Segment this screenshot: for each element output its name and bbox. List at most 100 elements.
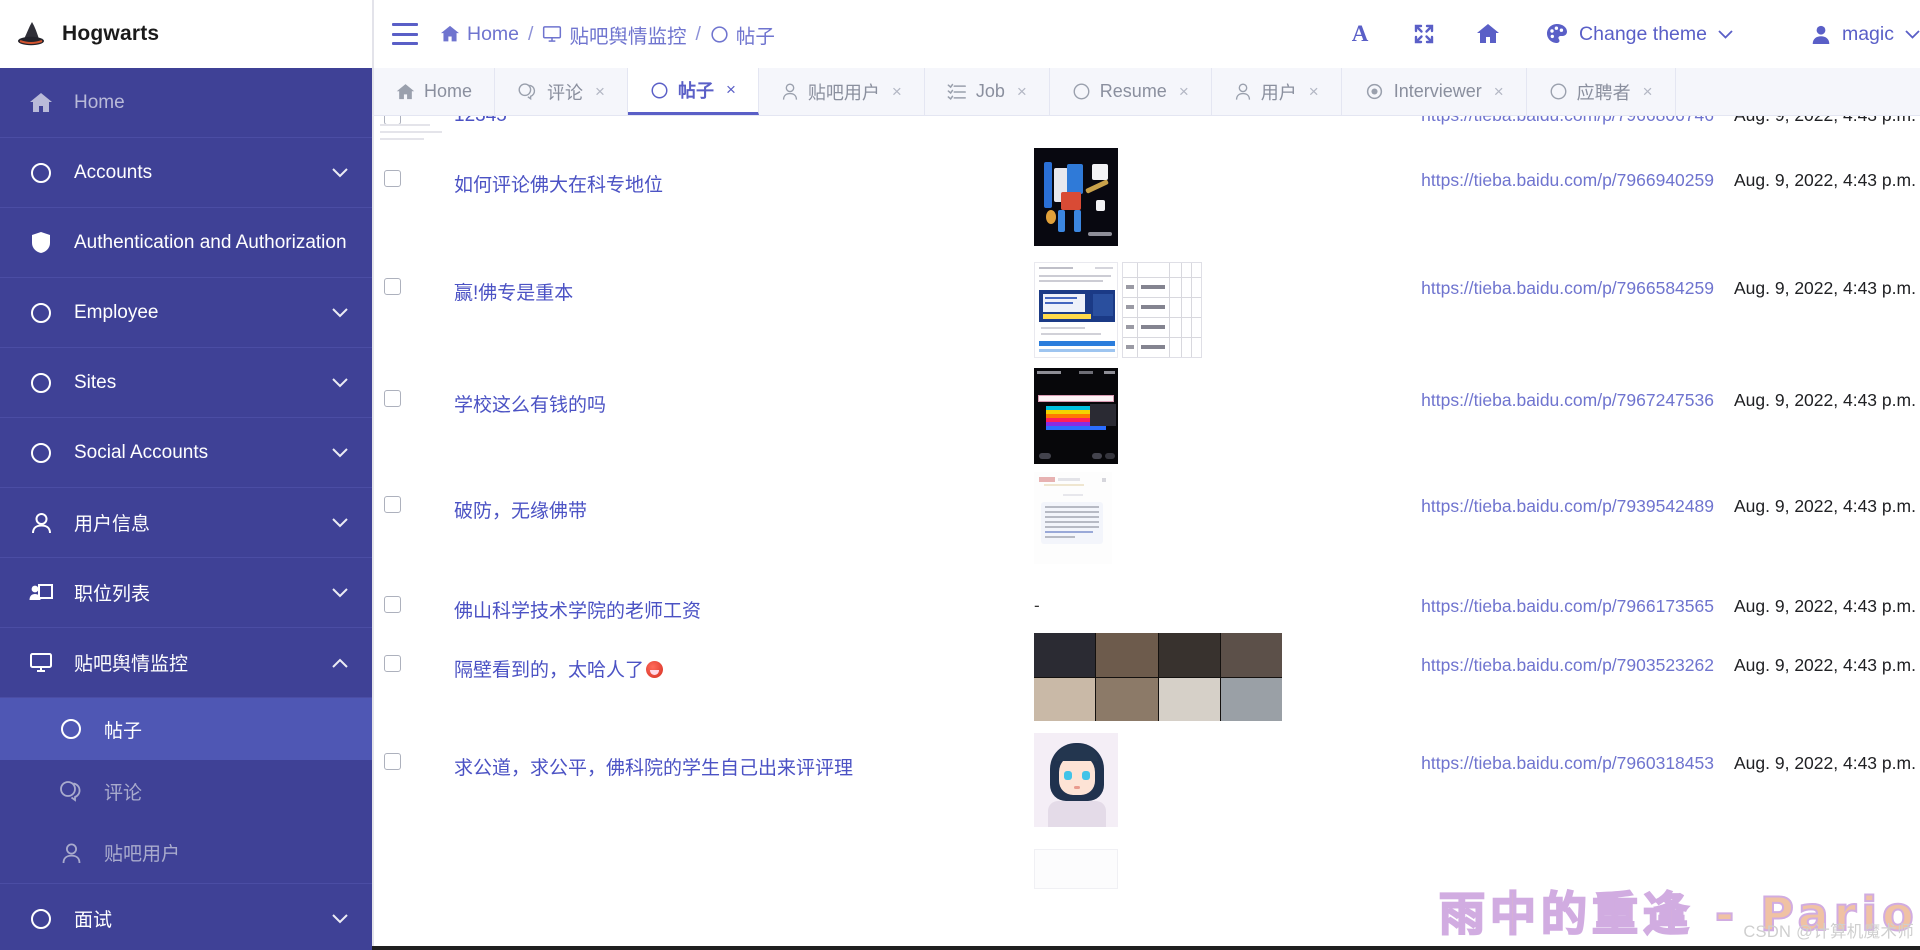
fullscreen-icon[interactable] [1392, 12, 1456, 56]
row-title-cell[interactable]: 学校这么有钱的吗 [444, 374, 1024, 480]
close-icon[interactable]: × [595, 82, 605, 102]
chevron-down-icon[interactable] [332, 913, 348, 924]
chevron-down-icon[interactable] [332, 167, 348, 178]
chevron-down-icon[interactable] [332, 517, 348, 528]
row-title-cell[interactable]: 隔壁看到的，太哈人了 [444, 639, 1024, 737]
row-url-cell[interactable]: https://tieba.baidu.com/p/7939542489 [1394, 480, 1724, 580]
close-icon[interactable]: × [1309, 82, 1319, 102]
tab-home[interactable]: Home [374, 68, 496, 115]
row-title-cell[interactable] [444, 843, 1024, 905]
row-checkbox-cell[interactable] [374, 843, 444, 905]
sidebar-item-sites[interactable]: Sites [0, 348, 372, 418]
breadcrumb-item-home[interactable]: Home [440, 23, 519, 46]
close-icon[interactable]: × [892, 82, 902, 102]
close-icon[interactable]: × [1179, 82, 1189, 102]
row-url-cell[interactable]: https://tieba.baidu.com/p/7967247536 [1394, 374, 1724, 480]
table-row[interactable]: 如何评论佛大在科专地位 https://tieba.baidu.com/p/79… [374, 148, 1920, 262]
row-url-cell[interactable] [1394, 843, 1724, 905]
row-checkbox[interactable] [384, 496, 401, 513]
row-title-cell[interactable]: 求公道，求公平，佛科院的学生自己出来评评理 [444, 737, 1024, 843]
table-row[interactable] [374, 124, 1920, 905]
post-thumbnail-anime[interactable] [1034, 733, 1118, 827]
font-size-icon[interactable]: A [1328, 12, 1392, 56]
post-url-link[interactable]: https://tieba.baidu.com/p/7966584259 [1421, 278, 1714, 298]
post-title-link[interactable]: 破防，无缘佛带 [454, 501, 587, 522]
post-title-link[interactable]: 隔壁看到的，太哈人了 [454, 660, 644, 681]
sidebar-item-home[interactable]: Home [0, 68, 372, 138]
post-thumbnail-note[interactable] [1034, 472, 1112, 564]
close-icon[interactable]: × [1494, 82, 1504, 102]
table-row[interactable]: 12345 - https://tieba.baidu.com/p/796680… [374, 116, 1920, 154]
row-checkbox-cell[interactable] [374, 154, 444, 262]
tab-applicants[interactable]: 应聘者 × [1527, 68, 1676, 115]
post-thumbnail-photo-grid[interactable] [1034, 633, 1282, 721]
post-url-link[interactable]: https://tieba.baidu.com/p/7966940259 [1421, 170, 1714, 190]
tab-users[interactable]: 用户 × [1212, 68, 1342, 115]
row-url-cell[interactable]: https://tieba.baidu.com/p/7966173565 [1394, 580, 1724, 639]
post-title-link[interactable]: 求公道，求公平，佛科院的学生自己出来评评理 [454, 758, 853, 779]
row-url-cell[interactable]: https://tieba.baidu.com/p/7966806746 [1394, 116, 1724, 154]
change-theme-button[interactable]: Change theme [1534, 23, 1745, 46]
row-checkbox-cell[interactable] [374, 262, 444, 374]
row-checkbox-cell[interactable] [374, 639, 444, 737]
post-thumbnail-table[interactable] [1122, 262, 1202, 358]
tab-tieba-users[interactable]: 贴吧用户 × [759, 68, 925, 115]
breadcrumb-item-posts[interactable]: 帖子 [710, 20, 775, 49]
table-row[interactable]: 赢!佛专是重本 https://tieba.baidu.com/p/796658… [374, 262, 1920, 374]
close-icon[interactable]: × [1643, 82, 1653, 102]
tab-job[interactable]: Job × [925, 68, 1050, 115]
home-icon[interactable] [1456, 12, 1520, 56]
table-row[interactable]: 佛山科学技术学院的老师工资 - https://tieba.baidu.com/… [374, 580, 1920, 639]
post-url-link[interactable]: https://tieba.baidu.com/p/7939542489 [1421, 496, 1714, 516]
post-url-link[interactable]: https://tieba.baidu.com/p/7960318453 [1421, 753, 1714, 773]
sidebar-item-comments[interactable]: 评论 [0, 760, 372, 822]
tab-resume[interactable]: Resume × [1050, 68, 1212, 115]
post-title-link[interactable]: 12345 [454, 116, 507, 127]
table-row[interactable]: 求公道，求公平，佛科院的学生自己出来评评理 https://tieba.baid… [374, 733, 1920, 843]
post-thumbnail-dark-screen[interactable] [1034, 368, 1118, 464]
post-url-link[interactable]: https://tieba.baidu.com/p/7966173565 [1421, 596, 1714, 616]
table-row[interactable]: 学校这么有钱的吗 https://tieba.baidu.com/p/79672… [374, 368, 1920, 480]
table-row[interactable]: 隔壁看到的，太哈人了 https://tieba.baidu.com/p/790… [374, 633, 1920, 737]
row-url-cell[interactable]: https://tieba.baidu.com/p/7903523262 [1394, 639, 1724, 737]
close-icon[interactable]: × [1017, 82, 1027, 102]
user-menu-button[interactable]: magic [1799, 23, 1920, 46]
sidebar-item-tieba-monitor[interactable]: 贴吧舆情监控 [0, 628, 372, 698]
breadcrumb-item-tieba-monitor[interactable]: 贴吧舆情监控 [542, 20, 686, 49]
row-checkbox-cell[interactable] [374, 116, 444, 154]
chevron-down-icon[interactable] [332, 377, 348, 388]
chevron-up-icon[interactable] [332, 658, 348, 668]
row-title-cell[interactable]: 如何评论佛大在科专地位 [444, 154, 1024, 262]
row-title-cell[interactable]: 佛山科学技术学院的老师工资 [444, 580, 1024, 639]
row-checkbox[interactable] [384, 390, 401, 407]
post-url-link[interactable]: https://tieba.baidu.com/p/7967247536 [1421, 390, 1714, 410]
post-url-link[interactable]: https://tieba.baidu.com/p/7966806746 [1421, 116, 1714, 126]
tab-interviewer[interactable]: Interviewer × [1342, 68, 1527, 115]
row-title-cell[interactable]: 12345 [444, 116, 1024, 154]
sidebar-item-interview[interactable]: 面试 [0, 884, 372, 950]
row-url-cell[interactable]: https://tieba.baidu.com/p/7966584259 [1394, 262, 1724, 374]
chevron-down-icon[interactable] [332, 307, 348, 318]
tab-posts[interactable]: 帖子 × [627, 68, 759, 115]
row-checkbox-cell[interactable] [374, 737, 444, 843]
sidebar-item-accounts[interactable]: Accounts [0, 138, 372, 208]
sidebar-item-social-accounts[interactable]: Social Accounts [0, 418, 372, 488]
row-checkbox[interactable] [384, 278, 401, 295]
post-url-link[interactable]: https://tieba.baidu.com/p/7903523262 [1421, 655, 1714, 675]
row-checkbox[interactable] [384, 753, 401, 770]
row-title-cell[interactable]: 赢!佛专是重本 [444, 262, 1024, 374]
row-url-cell[interactable]: https://tieba.baidu.com/p/7960318453 [1394, 737, 1724, 843]
tab-comments[interactable]: 评论 × [495, 68, 628, 115]
post-thumbnail-robot[interactable] [1034, 148, 1118, 246]
row-checkbox-cell[interactable] [374, 480, 444, 580]
sidebar-item-job-list[interactable]: 职位列表 [0, 558, 372, 628]
chevron-down-icon[interactable] [332, 447, 348, 458]
posts-table-container[interactable]: 12345 - https://tieba.baidu.com/p/796680… [372, 116, 1920, 950]
row-checkbox-cell[interactable] [374, 374, 444, 480]
row-title-cell[interactable]: 破防，无缘佛带 [444, 480, 1024, 580]
chevron-down-icon[interactable] [332, 587, 348, 598]
post-title-link[interactable]: 学校这么有钱的吗 [454, 395, 606, 416]
brand-header[interactable]: Hogwarts [0, 0, 372, 68]
post-thumbnail-screenshot[interactable] [1034, 262, 1118, 358]
post-title-link[interactable]: 赢!佛专是重本 [454, 283, 573, 304]
